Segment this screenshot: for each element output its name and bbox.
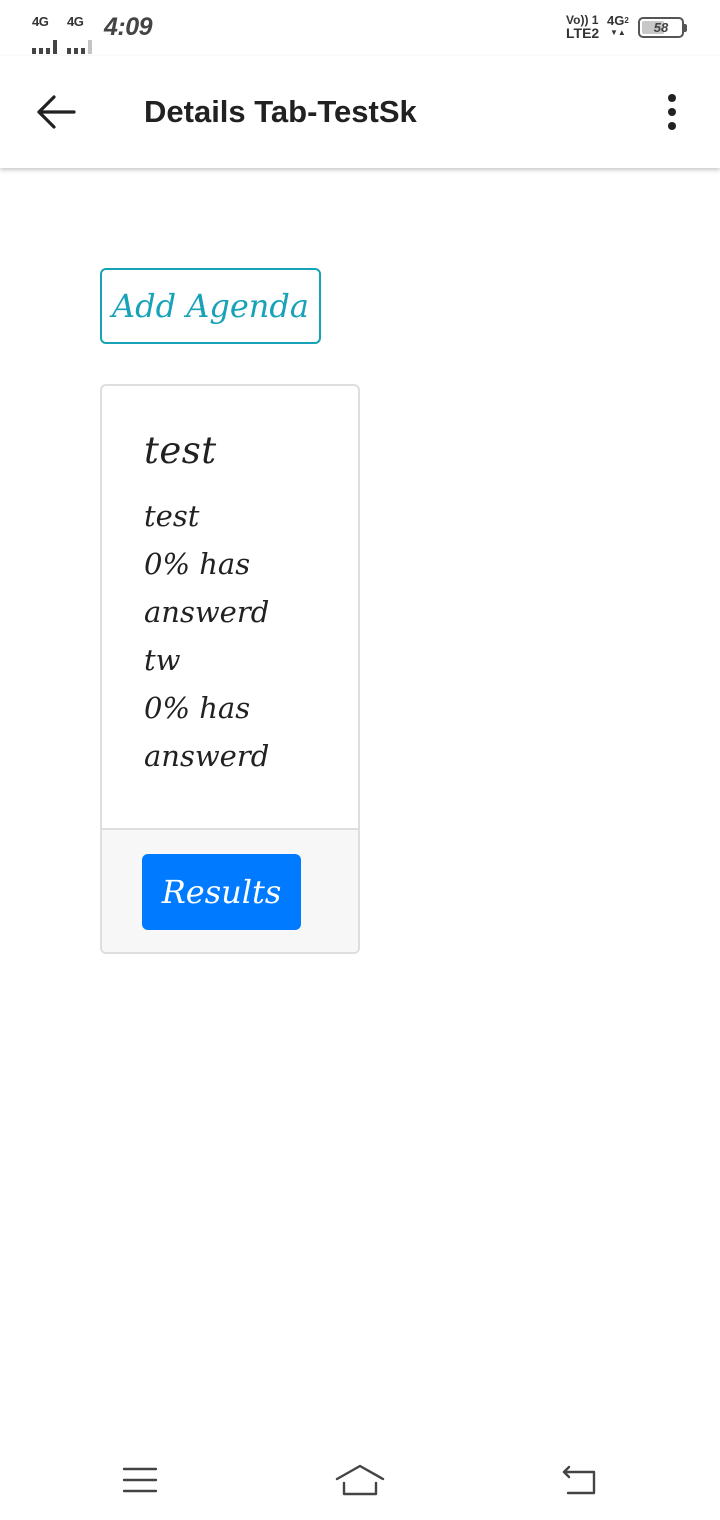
signal-bars-icon	[32, 30, 62, 54]
card-title: test	[144, 429, 217, 472]
data-network-label: 4G	[607, 13, 625, 28]
system-back-button[interactable]	[540, 1456, 620, 1504]
signal-bars-icon	[67, 30, 97, 54]
arrow-left-icon	[37, 95, 76, 129]
more-vertical-icon	[668, 94, 676, 130]
data-activity-icon: ▼▲	[610, 28, 626, 37]
battery-icon: 58	[638, 17, 687, 38]
data-sim-label: 2	[624, 16, 629, 25]
results-button[interactable]: Results	[142, 854, 301, 930]
volte-line2: LTE2	[566, 25, 600, 41]
agenda-item-answered: 0% has	[144, 691, 251, 725]
card-body: test test 0% has answerd tw 0% has answe…	[102, 386, 358, 828]
agenda-item-name: test	[144, 499, 200, 533]
return-icon	[562, 1465, 596, 1495]
status-bar: 4G 4G 4:09 Vo)) 1 LTE2 4G2 ▼▲ 58	[0, 0, 720, 56]
agenda-card: test test 0% has answerd tw 0% has answe…	[100, 384, 360, 954]
status-clock: 4:09	[104, 13, 153, 41]
agenda-item-answered: answerd	[144, 595, 270, 629]
menu-icon	[122, 1467, 158, 1493]
agenda-item-name: tw	[144, 643, 181, 677]
battery-level: 58	[653, 20, 669, 35]
agenda-item: test 0% has answerd	[144, 492, 358, 636]
add-agenda-button[interactable]: Add Agenda	[100, 268, 321, 344]
back-button[interactable]	[22, 78, 90, 146]
more-options-button[interactable]	[644, 86, 700, 138]
sim2-network-label: 4G	[67, 14, 84, 29]
card-footer: Results	[102, 828, 358, 952]
home-icon	[335, 1464, 385, 1496]
agenda-item-answered: answerd	[144, 739, 270, 773]
recents-button[interactable]	[100, 1456, 180, 1504]
home-button[interactable]	[320, 1456, 400, 1504]
system-nav-bar	[0, 1440, 720, 1520]
agenda-item-answered: 0% has	[144, 547, 251, 581]
data-network-indicator: 4G2 ▼▲	[607, 13, 629, 39]
volte-indicator: Vo)) 1 LTE2	[566, 14, 600, 41]
app-bar: Details Tab-TestSk	[0, 56, 720, 168]
page-title: Details Tab-TestSk	[144, 94, 417, 129]
agenda-item: tw 0% has answerd	[144, 636, 358, 780]
sim1-network-label: 4G	[32, 14, 49, 29]
